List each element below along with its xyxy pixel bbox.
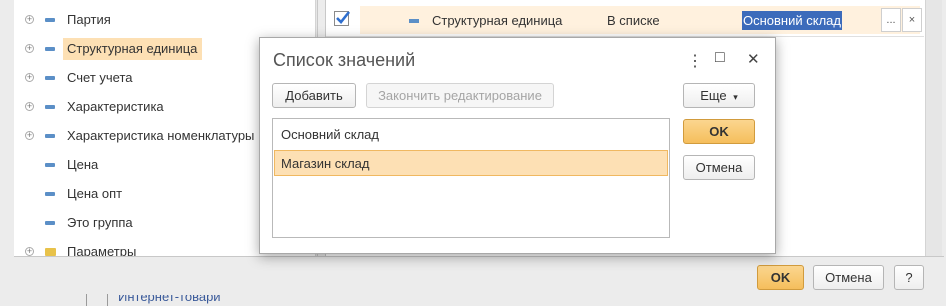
field-icon [45,221,55,225]
folder-icon [45,248,56,256]
expand-icon[interactable]: + [25,44,34,53]
ok-button[interactable]: OK [757,265,804,290]
row-field-name: Структурная единица [432,13,563,28]
field-icon [45,134,55,138]
field-icon [45,47,55,51]
table-scrollbar[interactable] [925,0,942,256]
field-icon [45,192,55,196]
clear-button[interactable]: × [902,8,922,32]
value-list[interactable]: Основний склад Магазин склад [272,118,670,238]
checkmark-icon [336,11,351,24]
finish-edit-button[interactable]: Закончить редактирование [366,83,554,108]
more-icon[interactable]: ⋮ [687,51,703,71]
add-button[interactable]: Добавить [272,83,356,108]
divider [107,294,108,306]
tree-item-label: Партия [67,12,111,27]
cancel-button[interactable]: Отмена [813,265,884,290]
tree-item-label: Это группа [67,215,133,230]
list-item-label: Магазин склад [281,156,370,171]
expand-icon[interactable]: + [25,131,34,140]
tree-item-label: Структурная единица [63,38,203,60]
row-value[interactable]: Основний склад [742,11,842,30]
use-checkbox[interactable] [334,11,351,26]
list-item[interactable]: Основний склад [273,120,669,148]
background-text-label: Интернет-товари [118,295,221,304]
help-button[interactable]: ? [894,265,924,290]
list-item[interactable]: Магазин склад [273,149,669,177]
maximize-icon[interactable]: □ [715,49,725,67]
tree-item-label: Цена опт [67,186,123,201]
divider [86,294,87,306]
table-row[interactable]: Структурная единица В списке Основний ск… [326,6,924,37]
background-text: Интернет-товари [118,295,278,306]
list-item-label: Основний склад [281,127,379,142]
field-icon [45,18,55,22]
row-condition[interactable]: В списке [607,13,660,28]
close-icon[interactable]: ✕ [747,50,760,68]
tree-item-label: Цена [67,157,99,172]
more-button[interactable]: Еще ▾ [683,83,755,108]
tree-item-label: Характеристика номенклатуры [67,128,255,143]
tree-item-label: Счет учета [67,70,133,85]
field-icon [45,76,55,80]
tree-item-partiya[interactable]: + Партия [14,9,304,31]
field-icon [45,163,55,167]
expand-icon[interactable]: + [25,247,34,256]
divider [14,256,944,257]
field-icon [45,105,55,109]
expand-icon[interactable]: + [25,73,34,82]
dialog-title: Список значений [273,50,416,70]
expand-icon[interactable]: + [25,102,34,111]
more-button-label: Еще [700,88,727,103]
select-button[interactable]: ... [881,8,901,32]
dialog-cancel-button[interactable]: Отмена [683,155,755,180]
field-icon [409,19,419,23]
value-list-dialog: Список значений ⋮ □ ✕ Добавить Закончить… [259,37,776,254]
chevron-down-icon: ▾ [733,92,738,102]
dialog-ok-button[interactable]: OK [683,119,755,144]
expand-icon[interactable]: + [25,15,34,24]
tree-item-label: Характеристика [67,99,164,114]
